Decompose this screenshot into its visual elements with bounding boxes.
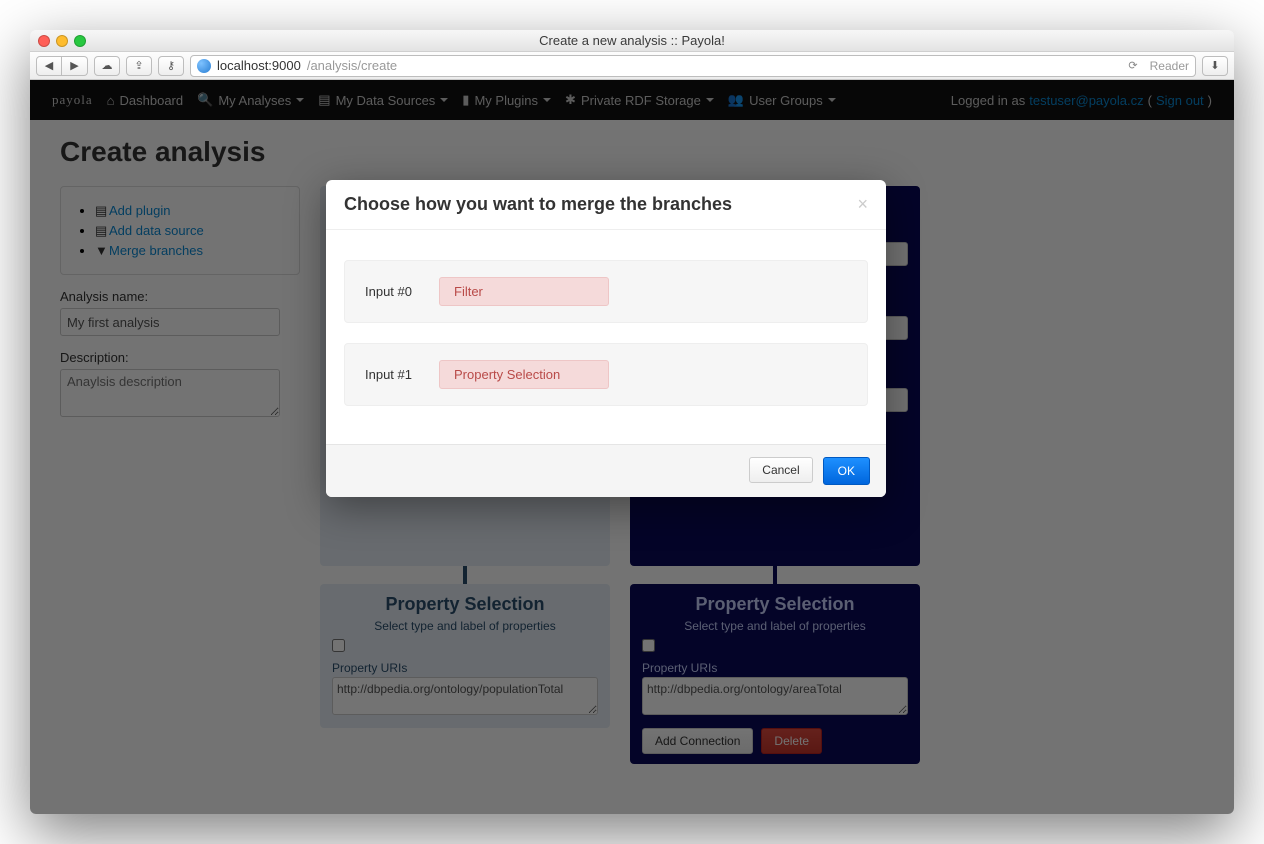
key-button[interactable]: ⚷: [158, 56, 184, 76]
url-host: localhost:9000: [217, 58, 301, 73]
modal-title: Choose how you want to merge the branche…: [344, 194, 732, 215]
url-bar[interactable]: localhost:9000/analysis/create ⟳ Reader: [190, 55, 1196, 77]
merge-branches-modal: Choose how you want to merge the branche…: [326, 180, 886, 497]
cancel-button[interactable]: Cancel: [749, 457, 812, 483]
back-button[interactable]: ◀: [36, 56, 62, 76]
icloud-button[interactable]: ☁: [94, 56, 120, 76]
input-label: Input #1: [365, 367, 439, 382]
share-button[interactable]: ⇪: [126, 56, 152, 76]
reader-button[interactable]: Reader: [1150, 59, 1189, 73]
forward-button[interactable]: ▶: [62, 56, 88, 76]
window-title: Create a new analysis :: Payola!: [30, 33, 1234, 48]
window-titlebar: Create a new analysis :: Payola!: [30, 30, 1234, 52]
merge-input-row: Input #1 Property Selection: [344, 343, 868, 406]
page-viewport: payola ⌂Dashboard 🔍My Analyses ▤My Data …: [30, 80, 1234, 814]
input-value-pill[interactable]: Filter: [439, 277, 609, 306]
reload-icon[interactable]: ⟳: [1128, 59, 1137, 72]
browser-window: Create a new analysis :: Payola! ◀ ▶ ☁ ⇪…: [30, 30, 1234, 814]
downloads-button[interactable]: ⬇: [1202, 56, 1228, 76]
ok-button[interactable]: OK: [823, 457, 870, 485]
site-icon: [197, 59, 211, 73]
close-icon[interactable]: ×: [857, 194, 868, 215]
url-path: /analysis/create: [307, 58, 397, 73]
input-value-pill[interactable]: Property Selection: [439, 360, 609, 389]
input-label: Input #0: [365, 284, 439, 299]
merge-input-row: Input #0 Filter: [344, 260, 868, 323]
browser-toolbar: ◀ ▶ ☁ ⇪ ⚷ localhost:9000/analysis/create…: [30, 52, 1234, 80]
